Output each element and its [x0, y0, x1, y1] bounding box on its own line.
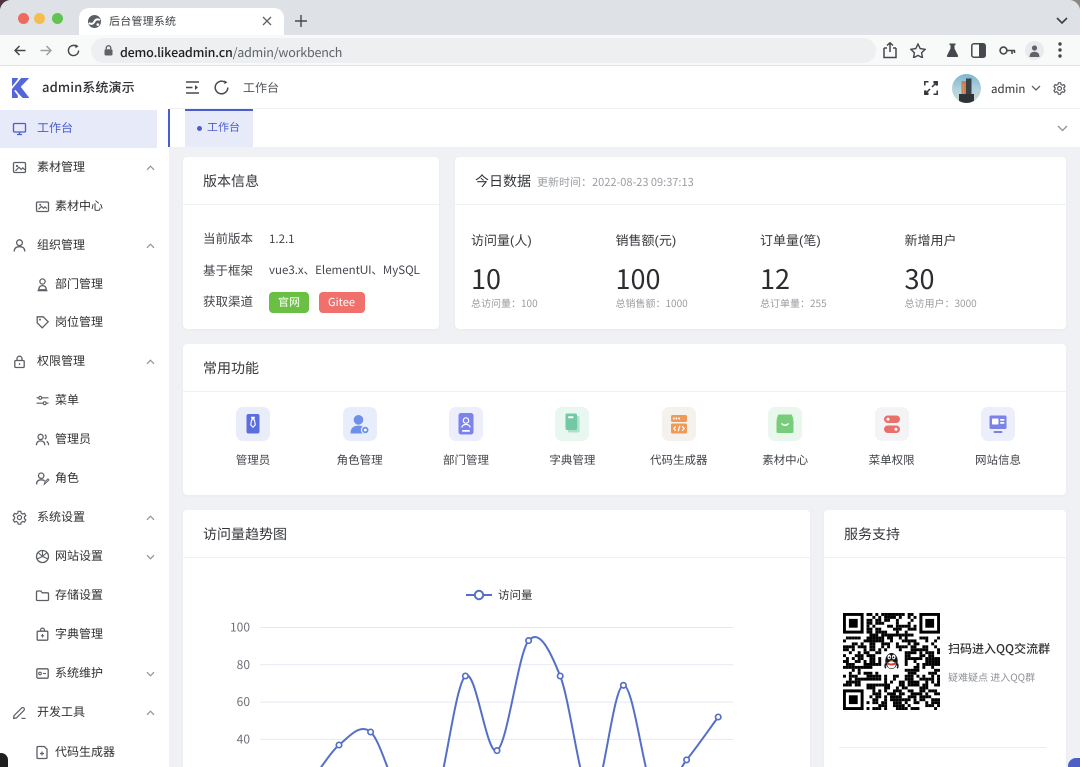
svg-text:100: 100: [230, 619, 250, 636]
svg-text:60: 60: [237, 693, 251, 710]
svg-text:80: 80: [237, 656, 251, 673]
svg-text:40: 40: [237, 730, 251, 747]
